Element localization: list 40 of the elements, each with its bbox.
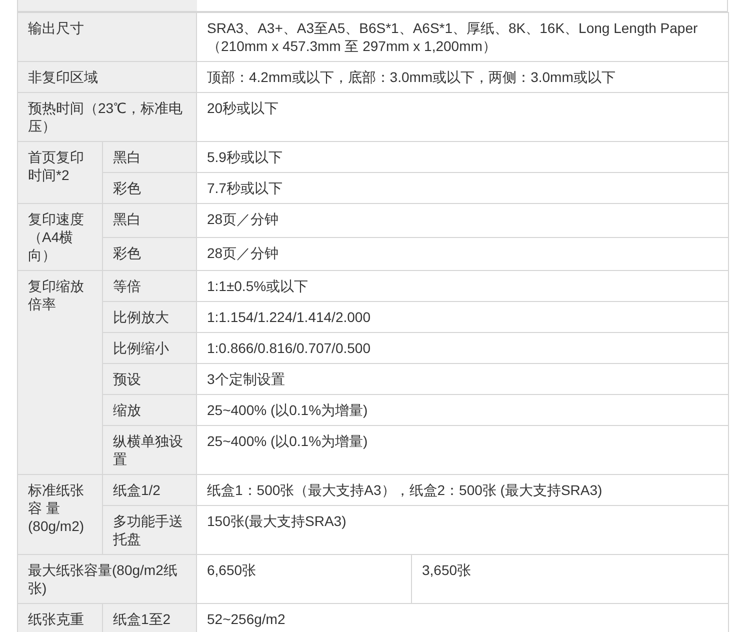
spec-sublabel: 彩色 xyxy=(113,180,141,196)
spec-label: 非复印区域 xyxy=(28,69,98,85)
spec-sublabel: 多功能手送托盘 xyxy=(113,513,183,547)
spec-value: 3个定制设置 xyxy=(207,371,285,387)
spec-sublabel: 缩放 xyxy=(113,402,141,418)
spec-label: 标准纸张容 量(80g/m2) xyxy=(28,482,84,534)
spec-value: 52~256g/m2 xyxy=(207,611,286,627)
spec-value: 28页／分钟 xyxy=(207,211,279,227)
spec-value: 25~400% (以0.1%为增量) xyxy=(207,433,368,449)
spec-label: 输出尺寸 xyxy=(28,20,84,36)
spec-value: 5.9秒或以下 xyxy=(207,149,282,165)
spec-value: 1:1.154/1.224/1.414/2.000 xyxy=(207,309,370,325)
spec-sublabel: 预设 xyxy=(113,371,141,387)
spec-value: 7.7秒或以下 xyxy=(207,180,282,196)
spec-sublabel: 比例放大 xyxy=(113,309,169,325)
spec-value: 1:1±0.5%或以下 xyxy=(207,278,308,294)
spec-label: 纸张克重 xyxy=(28,611,84,627)
spec-value: 150张(最大支持SRA3) xyxy=(207,513,346,529)
spec-value: 25~400% (以0.1%为增量) xyxy=(207,402,368,418)
spec-value: SRA3、A3+、A3至A5、B6S*1、A6S*1、厚纸、8K、16K、Long Length Paper（210mm x 457.3mm 至 297mm x 1,200mm） xyxy=(207,20,698,54)
spec-value: 1:0.866/0.816/0.707/0.500 xyxy=(207,340,370,356)
spec-sublabel: 纵横单独设置 xyxy=(113,433,183,467)
spec-label: 复印缩放倍率 xyxy=(28,278,84,312)
spec-value: 纸盒1：500张（最大支持A3），纸盒2：500张 (最大支持SRA3) xyxy=(207,482,602,498)
spec-sublabel: 纸盒1/2 xyxy=(113,482,160,498)
spec-value: 3,650张 xyxy=(422,562,472,578)
spec-value: 顶部：4.2mm或以下，底部：3.0mm或以下，两侧：3.0mm或以下 xyxy=(207,69,616,85)
spec-value: 6,650张 xyxy=(207,562,256,578)
spec-value: 28页／分钟 xyxy=(207,244,279,260)
spec-label: 预热时间（23℃，标准电压） xyxy=(28,100,183,134)
spec-label: 首页复印时间*2 xyxy=(28,149,84,183)
spec-sublabel: 纸盒1至2 xyxy=(113,611,171,627)
spec-label: 复印速度（A4横向） xyxy=(28,211,84,263)
spec-label: 最大纸张容量(80g/m2纸张) xyxy=(28,562,178,596)
spec-sublabel: 比例缩小 xyxy=(113,340,169,356)
spec-sublabel: 黑白 xyxy=(113,211,141,227)
spec-sublabel: 等倍 xyxy=(113,278,141,294)
spec-sublabel: 彩色 xyxy=(113,244,141,260)
spec-sublabel: 黑白 xyxy=(113,149,141,165)
spec-value: 20秒或以下 xyxy=(207,100,279,116)
